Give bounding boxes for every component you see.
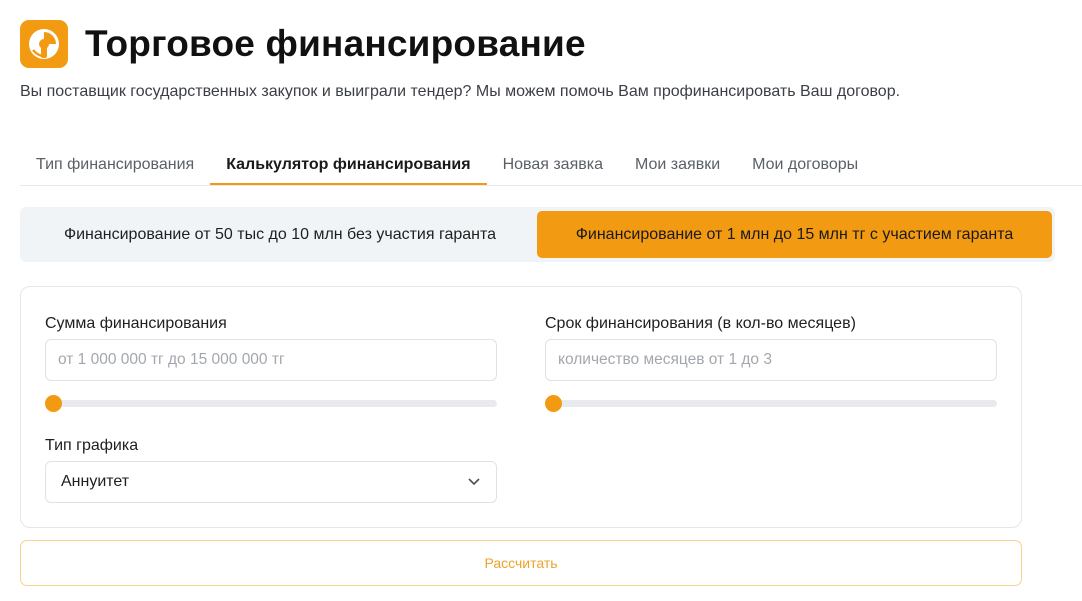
schedule-selected-value: Аннуитет	[61, 473, 130, 490]
schedule-label: Тип графика	[45, 437, 139, 454]
coin-hand-icon	[20, 20, 68, 68]
page-title: Торговое финансирование	[85, 23, 586, 64]
amount-slider[interactable]	[45, 395, 497, 412]
page-header: Торговое финансирование	[20, 20, 586, 68]
page-subtitle: Вы поставщик государственных закупок и в…	[20, 83, 901, 100]
term-slider[interactable]	[545, 395, 997, 412]
tab-bar: Тип финансирования Калькулятор финансиро…	[20, 145, 1082, 186]
amount-label: Сумма финансирования	[45, 315, 227, 332]
calculate-button[interactable]: Рассчитать	[20, 540, 1022, 586]
mode-with-guarantor[interactable]: Финансирование от 1 млн до 15 млн тг с у…	[537, 211, 1052, 258]
tab-new-application[interactable]: Новая заявка	[487, 145, 619, 185]
calculator-form: Сумма финансирования Срок финансирования…	[20, 286, 1022, 528]
term-slider-handle[interactable]	[545, 395, 562, 412]
schedule-select[interactable]: Аннуитет	[45, 461, 497, 503]
tab-financing-calculator[interactable]: Калькулятор финансирования	[210, 145, 487, 185]
tab-my-contracts[interactable]: Мои договоры	[736, 145, 874, 185]
term-label: Срок финансирования (в кол-во месяцев)	[545, 315, 856, 332]
mode-without-guarantor[interactable]: Финансирование от 50 тыс до 10 млн без у…	[23, 211, 537, 258]
term-input[interactable]	[545, 339, 997, 381]
tab-my-applications[interactable]: Мои заявки	[619, 145, 736, 185]
financing-mode-switch: Финансирование от 50 тыс до 10 млн без у…	[20, 207, 1055, 262]
amount-slider-handle[interactable]	[45, 395, 62, 412]
chevron-down-icon	[467, 475, 481, 489]
amount-input[interactable]	[45, 339, 497, 381]
tab-financing-type[interactable]: Тип финансирования	[20, 145, 210, 185]
